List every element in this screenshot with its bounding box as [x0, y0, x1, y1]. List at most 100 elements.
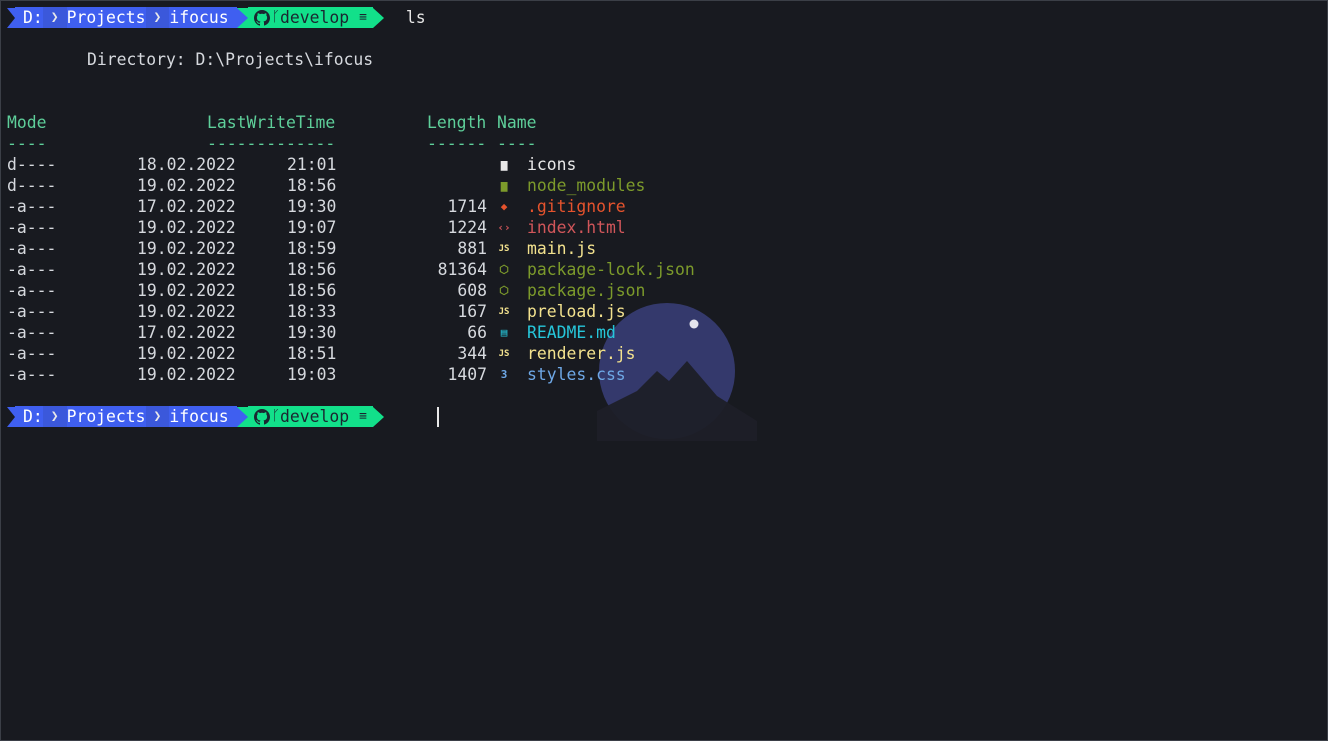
table-row: -a--- 19.02.2022 18:59 881 JS main.js — [1, 238, 801, 259]
cell-length: 608 — [457, 281, 487, 300]
js-icon: JS — [498, 307, 510, 317]
cell-name: package.json — [527, 281, 646, 300]
prompt-start-cap — [7, 7, 15, 28]
table-row: d---- 19.02.2022 18:56 ▆ node_modules — [1, 175, 801, 196]
cell-length: 1224 — [447, 218, 487, 237]
cell-time: 21:01 — [287, 155, 337, 174]
branch-icon: ᚴ — [271, 9, 280, 25]
cell-name: icons — [527, 155, 577, 174]
column-lastwritetime-rule: ------------- — [207, 134, 336, 153]
prompt-start-cap — [7, 406, 15, 427]
prompt-folder: Projects — [66, 406, 146, 427]
cell-date: 17.02.2022 — [137, 197, 236, 216]
git-status-icon: ≡ — [359, 10, 367, 25]
prompt-git-segment: ᚴ develop ≡ — [247, 406, 373, 427]
chevron-separator-icon: ❯ — [42, 406, 67, 427]
prompt-git-segment: ᚴ develop ≡ — [247, 7, 373, 28]
column-lastwritetime-header: LastWriteTime — [207, 113, 336, 132]
cell-date: 19.02.2022 — [137, 239, 236, 258]
cell-mode: -a--- — [7, 218, 57, 237]
nodejs-icon: ⬡ — [499, 284, 509, 297]
cell-name: styles.css — [527, 365, 626, 384]
git-status-icon: ≡ — [359, 409, 367, 424]
cell-length — [407, 175, 487, 196]
branch-icon: ᚴ — [271, 408, 280, 424]
prompt-line: D: ❯ Projects ❯ ifocus ᚴ develop ≡ — [7, 406, 384, 427]
table-row: -a--- 19.02.2022 19:03 1407 3 styles.css — [1, 364, 801, 385]
cell-time: 18:56 — [287, 176, 337, 195]
chevron-separator-icon: ❯ — [145, 406, 170, 427]
table-row: -a--- 19.02.2022 19:07 1224 ‹› index.html — [1, 217, 801, 238]
cell-length: 81364 — [437, 260, 487, 279]
column-name-rule: ---- — [497, 134, 537, 153]
cell-time: 18:56 — [287, 281, 337, 300]
cell-mode: -a--- — [7, 281, 57, 300]
table-row: d---- 18.02.2022 21:01 ▆ icons — [1, 154, 801, 175]
text-cursor[interactable] — [437, 407, 439, 427]
column-mode-header: Mode — [7, 113, 47, 132]
cell-name: main.js — [527, 239, 597, 258]
table-row: -a--- 17.02.2022 19:30 1714 ◆ .gitignore — [1, 196, 801, 217]
table-header-rule: ---- ------------- ------ ---- — [1, 133, 801, 154]
cell-mode: -a--- — [7, 260, 57, 279]
cell-time: 19:30 — [287, 323, 337, 342]
cell-date: 19.02.2022 — [137, 302, 236, 321]
table-row: -a--- 19.02.2022 18:33 167 JS preload.js — [1, 301, 801, 322]
cell-date: 19.02.2022 — [137, 176, 236, 195]
cell-mode: -a--- — [7, 197, 57, 216]
branch-name: develop — [279, 407, 350, 426]
column-length-header: Length — [427, 113, 487, 132]
prompt-folder: Projects — [66, 7, 146, 28]
branch-name: develop — [279, 8, 350, 27]
cell-mode: -a--- — [7, 239, 57, 258]
cell-mode: -a--- — [7, 344, 57, 363]
cell-mode: -a--- — [7, 365, 57, 384]
css-icon: 3 — [500, 368, 508, 381]
github-icon — [253, 9, 270, 26]
prompt-drive: D: — [15, 406, 43, 427]
column-name-header: Name — [497, 113, 537, 132]
cell-date: 19.02.2022 — [137, 344, 236, 363]
column-mode-rule: ---- — [7, 134, 47, 153]
cell-length — [407, 154, 487, 175]
folder-icon: ▆ — [500, 158, 508, 171]
table-row: -a--- 17.02.2022 19:30 66 ▤ README.md — [1, 322, 801, 343]
cell-mode: d---- — [7, 155, 57, 174]
cell-length: 881 — [457, 239, 487, 258]
cell-mode: d---- — [7, 176, 57, 195]
github-icon — [253, 408, 270, 425]
cell-time: 18:56 — [287, 260, 337, 279]
prompt-line: D: ❯ Projects ❯ ifocus ᚴ develop ≡ ls — [7, 7, 426, 28]
terminal-window[interactable]: D: ❯ Projects ❯ ifocus ᚴ develop ≡ ls Dire… — [0, 0, 1328, 741]
table-row: -a--- 19.02.2022 18:56 608 ⬡ package.json — [1, 280, 801, 301]
cell-date: 19.02.2022 — [137, 281, 236, 300]
cell-mode: -a--- — [7, 302, 57, 321]
prompt-arrow — [372, 7, 384, 28]
cell-name: README.md — [527, 323, 616, 342]
table-row: -a--- 19.02.2022 18:56 81364 ⬡ package-lock.j… — [1, 259, 801, 280]
chevron-separator-icon: ❯ — [42, 7, 67, 28]
folder-node-icon: ▆ — [500, 179, 508, 192]
prompt-drive: D: — [15, 7, 43, 28]
directory-line: Directory: D:\Projects\ifocus — [87, 50, 374, 69]
cell-time: 19:03 — [287, 365, 337, 384]
js-icon: JS — [498, 244, 510, 254]
cell-date: 19.02.2022 — [137, 218, 236, 237]
git-icon: ◆ — [500, 200, 508, 213]
cell-date: 18.02.2022 — [137, 155, 236, 174]
chevron-separator-icon: ❯ — [145, 7, 170, 28]
html-icon: ‹› — [497, 221, 511, 234]
cell-date: 17.02.2022 — [137, 323, 236, 342]
cell-length: 66 — [467, 323, 487, 342]
cell-time: 18:51 — [287, 344, 337, 363]
column-length-rule: ------ — [427, 134, 487, 153]
cell-length: 167 — [457, 302, 487, 321]
table-row: -a--- 19.02.2022 18:51 344 JS renderer.js — [1, 343, 801, 364]
cell-length: 1714 — [447, 197, 487, 216]
prompt-arrow — [236, 406, 248, 427]
table-header: Mode LastWriteTime Length Name — [1, 112, 801, 133]
cell-name: preload.js — [527, 302, 626, 321]
cell-name: package-lock.json — [527, 260, 695, 279]
cell-name: node_modules — [527, 176, 646, 195]
cell-name: .gitignore — [527, 197, 626, 216]
